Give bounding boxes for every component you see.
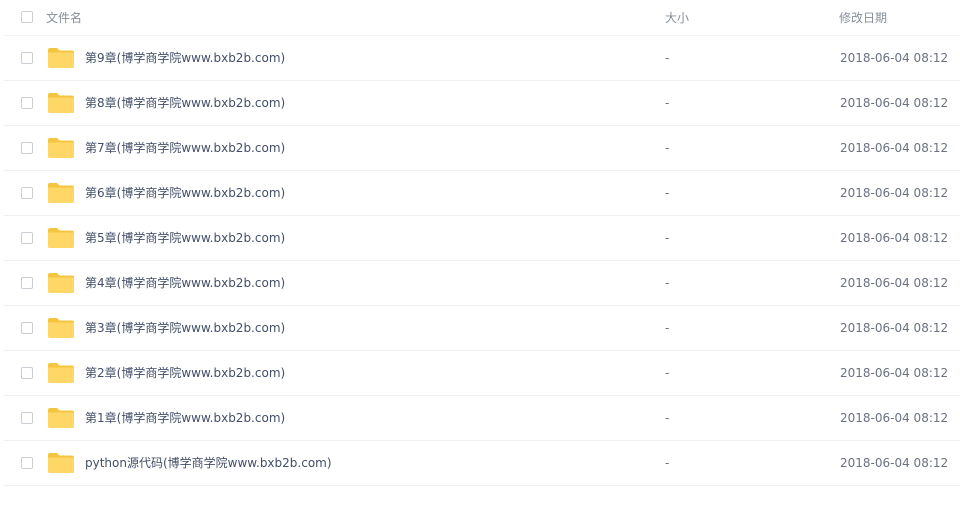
file-modified-date: 2018-06-04 08:12 [840, 231, 949, 245]
file-name-link[interactable]: 第4章(博学商学院www.bxb2b.com) [85, 275, 285, 291]
folder-icon [48, 453, 74, 473]
file-name-link[interactable]: 第3章(博学商学院www.bxb2b.com) [85, 320, 285, 336]
file-modified-date: 2018-06-04 08:12 [840, 51, 949, 65]
column-header-name[interactable]: 文件名 [46, 10, 82, 26]
folder-icon [48, 93, 74, 113]
file-modified-date: 2018-06-04 08:12 [840, 276, 949, 290]
file-row[interactable]: 第9章(博学商学院www.bxb2b.com) - 2018-06-04 08:… [4, 36, 960, 81]
file-row[interactable]: 第4章(博学商学院www.bxb2b.com) - 2018-06-04 08:… [4, 261, 960, 306]
file-size: - [665, 276, 670, 290]
file-name-link[interactable]: 第1章(博学商学院www.bxb2b.com) [85, 410, 285, 426]
file-modified-date: 2018-06-04 08:12 [840, 456, 949, 470]
file-row[interactable]: 第7章(博学商学院www.bxb2b.com) - 2018-06-04 08:… [4, 126, 960, 171]
column-header-date[interactable]: 修改日期 [839, 10, 887, 26]
folder-icon [48, 318, 74, 338]
file-size: - [665, 321, 670, 335]
file-name-link[interactable]: 第8章(博学商学院www.bxb2b.com) [85, 95, 285, 111]
folder-icon [48, 228, 74, 248]
file-size: - [665, 186, 670, 200]
file-row[interactable]: 第6章(博学商学院www.bxb2b.com) - 2018-06-04 08:… [4, 171, 960, 216]
row-checkbox[interactable] [21, 322, 33, 334]
file-name-link[interactable]: 第7章(博学商学院www.bxb2b.com) [85, 140, 285, 156]
folder-icon [48, 408, 74, 428]
file-row[interactable]: 第5章(博学商学院www.bxb2b.com) - 2018-06-04 08:… [4, 216, 960, 261]
folder-icon [48, 273, 74, 293]
row-checkbox[interactable] [21, 457, 33, 469]
row-checkbox[interactable] [21, 232, 33, 244]
file-row[interactable]: 第1章(博学商学院www.bxb2b.com) - 2018-06-04 08:… [4, 396, 960, 441]
file-name-link[interactable]: 第6章(博学商学院www.bxb2b.com) [85, 185, 285, 201]
file-modified-date: 2018-06-04 08:12 [840, 186, 949, 200]
file-name-link[interactable]: 第5章(博学商学院www.bxb2b.com) [85, 230, 285, 246]
file-row[interactable]: 第3章(博学商学院www.bxb2b.com) - 2018-06-04 08:… [4, 306, 960, 351]
file-modified-date: 2018-06-04 08:12 [840, 411, 949, 425]
file-size: - [665, 366, 670, 380]
file-row[interactable]: 第8章(博学商学院www.bxb2b.com) - 2018-06-04 08:… [4, 81, 960, 126]
file-name-link[interactable]: python源代码(博学商学院www.bxb2b.com) [85, 455, 332, 471]
file-name-link[interactable]: 第2章(博学商学院www.bxb2b.com) [85, 365, 285, 381]
row-checkbox[interactable] [21, 367, 33, 379]
file-size: - [665, 456, 670, 470]
row-checkbox[interactable] [21, 277, 33, 289]
row-checkbox[interactable] [21, 97, 33, 109]
folder-icon [48, 138, 74, 158]
column-header-size[interactable]: 大小 [665, 10, 689, 26]
file-list: 文件名 大小 修改日期 第9章(博学商学院www.bxb2b.com) - 20… [0, 0, 960, 486]
row-checkbox[interactable] [21, 142, 33, 154]
row-checkbox[interactable] [21, 52, 33, 64]
file-modified-date: 2018-06-04 08:12 [840, 321, 949, 335]
folder-icon [48, 183, 74, 203]
row-checkbox[interactable] [21, 412, 33, 424]
select-all-checkbox[interactable] [21, 11, 33, 23]
file-rows: 第9章(博学商学院www.bxb2b.com) - 2018-06-04 08:… [0, 36, 960, 486]
file-size: - [665, 51, 670, 65]
file-modified-date: 2018-06-04 08:12 [840, 366, 949, 380]
folder-icon [48, 363, 74, 383]
file-row[interactable]: 第2章(博学商学院www.bxb2b.com) - 2018-06-04 08:… [4, 351, 960, 396]
file-size: - [665, 141, 670, 155]
file-size: - [665, 231, 670, 245]
row-checkbox[interactable] [21, 187, 33, 199]
folder-icon [48, 48, 74, 68]
file-size: - [665, 411, 670, 425]
file-modified-date: 2018-06-04 08:12 [840, 96, 949, 110]
file-modified-date: 2018-06-04 08:12 [840, 141, 949, 155]
file-size: - [665, 96, 670, 110]
file-name-link[interactable]: 第9章(博学商学院www.bxb2b.com) [85, 50, 285, 66]
file-row[interactable]: python源代码(博学商学院www.bxb2b.com) - 2018-06-… [4, 441, 960, 486]
list-header: 文件名 大小 修改日期 [4, 0, 960, 36]
